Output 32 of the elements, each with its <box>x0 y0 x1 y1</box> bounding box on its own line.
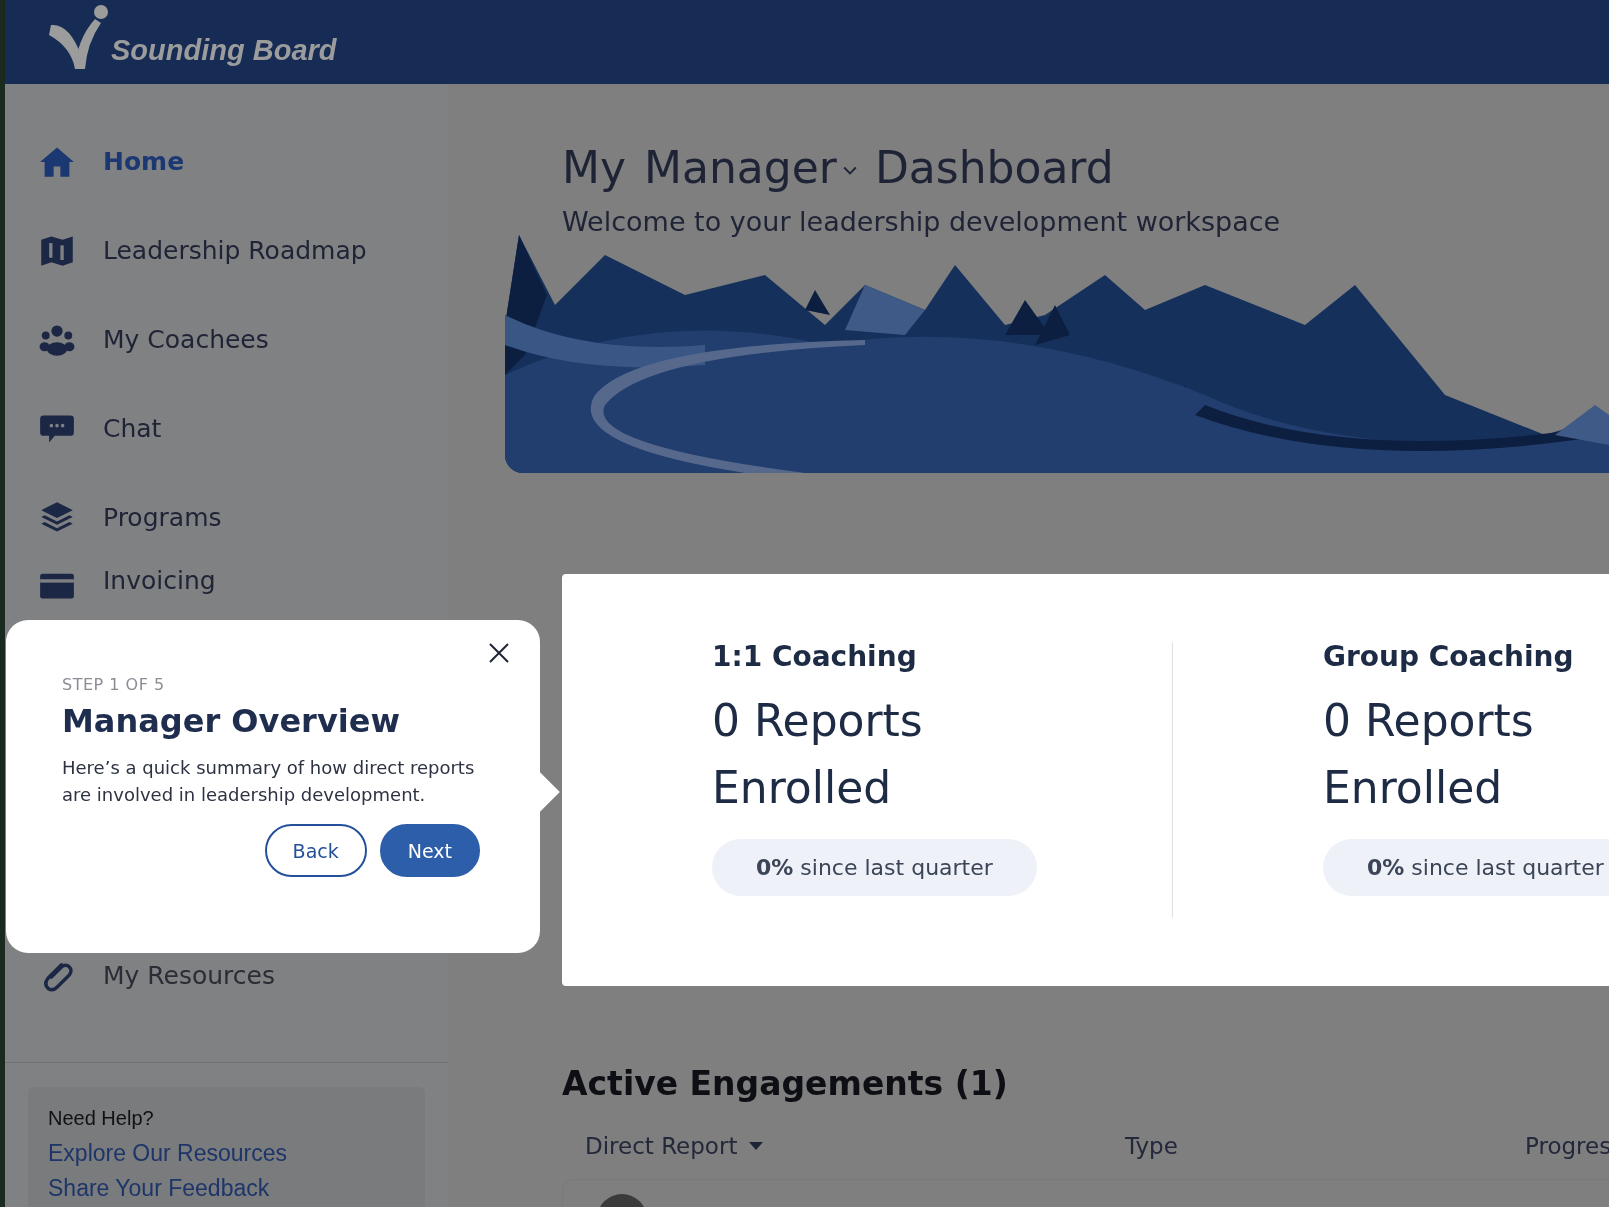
sidebar-item[interactable]: Leadership Roadmap <box>5 206 448 295</box>
back-button[interactable]: Back <box>264 824 367 877</box>
page-subtitle: Welcome to your leadership development workspace <box>562 206 1282 237</box>
page-title: Dashboard <box>874 141 1114 193</box>
help-title: Need Help? <box>48 1107 155 1130</box>
page-title: My <box>562 141 626 193</box>
next-button[interactable]: Next <box>379 824 480 877</box>
stat-value: 0 Reports Enrolled <box>1323 694 1535 815</box>
sidebar-item[interactable]: Home <box>5 117 448 206</box>
sidebar-item[interactable]: Invoicing <box>5 562 448 638</box>
sidebar-item[interactable]: Programs <box>5 473 448 562</box>
step-label: STEP 1 OF 5 <box>62 675 166 694</box>
sort-caret-icon <box>749 1142 764 1150</box>
change-badge: 0% since last quarter <box>712 839 1037 896</box>
caret-icon <box>842 166 857 176</box>
role-dropdown[interactable]: Manager <box>644 141 857 193</box>
column-header[interactable]: Direct Report <box>585 1133 1125 1159</box>
help-link[interactable]: Explore Our Resources <box>48 1140 405 1167</box>
sidebar-item[interactable]: Chat <box>5 384 448 473</box>
change-badge: 0% since last quarter <box>1323 839 1609 896</box>
section-title: Active Engagements (1) <box>562 1064 1009 1103</box>
stat-title: 1:1 Coaching <box>712 640 918 673</box>
logo-text[interactable]: Sounding Board <box>111 34 337 67</box>
stat-value: 0 Reports Enrolled <box>712 694 924 815</box>
column-header[interactable]: Type <box>1125 1133 1525 1159</box>
sidebar-item[interactable]: My Coachees <box>5 295 448 384</box>
stat-title: Group Coaching <box>1323 640 1575 673</box>
close-icon[interactable] <box>488 642 510 664</box>
sidebar-item[interactable]: My Resources <box>5 931 448 1020</box>
help-link[interactable]: Share Your Feedback <box>48 1175 405 1202</box>
tour-title: Manager Overview <box>62 702 401 740</box>
tour-text: Here’s a quick summary of how direct reports are involved in leadership development. <box>62 756 476 807</box>
